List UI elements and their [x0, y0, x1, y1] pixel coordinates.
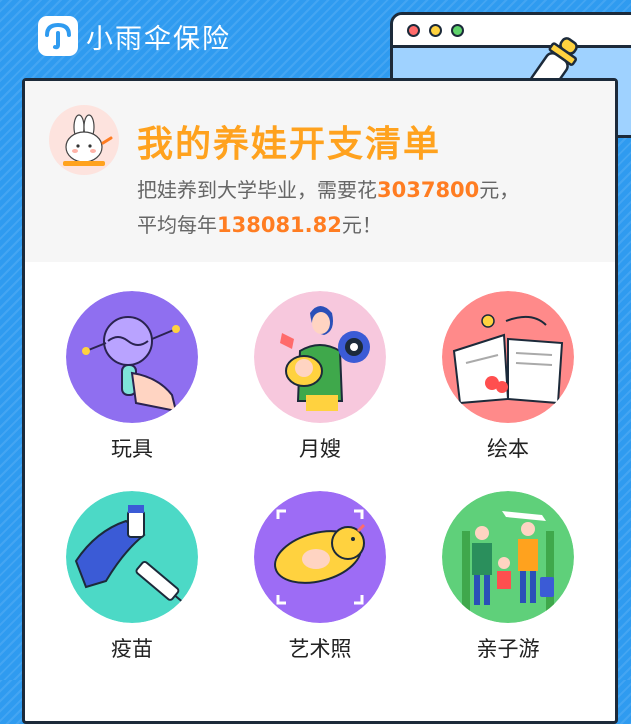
family-trip-icon — [442, 491, 574, 623]
category-item-vaccine[interactable]: 疫苗 — [47, 491, 217, 663]
brand-name: 小雨伞保险 — [86, 23, 231, 55]
category-item-baby-photo[interactable]: 艺术照 — [235, 491, 405, 663]
category-item-nanny[interactable]: 月嫂 — [235, 291, 405, 463]
category-item-picture-book[interactable]: 绘本 — [423, 291, 593, 463]
card-header: 我的养娃开支清单 把娃养到大学毕业，需要花3037800元， 平均每年13808… — [25, 81, 615, 262]
category-label: 绘本 — [487, 437, 529, 461]
baby-photo-icon — [254, 491, 386, 623]
rattle-toy-icon — [66, 291, 198, 423]
category-label: 亲子游 — [476, 637, 540, 661]
vaccine-icon — [66, 491, 198, 623]
red-dot-icon — [407, 24, 420, 37]
category-label: 玩具 — [111, 437, 153, 461]
yearly-cost-line: 平均每年138081.82元！ — [137, 213, 382, 237]
category-item-toys[interactable]: 玩具 — [47, 291, 217, 463]
page-title: 我的养娃开支清单 — [137, 124, 442, 165]
category-label: 月嫂 — [299, 437, 341, 461]
green-dot-icon — [451, 24, 464, 37]
category-item-family-trip[interactable]: 亲子游 — [423, 491, 593, 663]
category-label: 艺术照 — [288, 637, 352, 661]
expense-card: 我的养娃开支清单 把娃养到大学毕业，需要花3037800元， 平均每年13808… — [22, 78, 618, 724]
brand: 小雨伞保险 — [38, 16, 231, 56]
picture-book-icon — [442, 291, 574, 423]
total-cost-value: 3037800 — [377, 178, 480, 202]
cost-summary: 把娃养到大学毕业，需要花3037800元， 平均每年138081.82元！ — [137, 173, 519, 243]
yearly-cost-value: 138081.82 — [217, 213, 342, 237]
umbrella-logo-icon — [38, 16, 78, 56]
category-label: 疫苗 — [111, 637, 153, 661]
nanny-icon — [254, 291, 386, 423]
yellow-dot-icon — [429, 24, 442, 37]
total-cost-line: 把娃养到大学毕业，需要花3037800元， — [137, 178, 520, 202]
bunny-avatar-icon — [49, 105, 119, 175]
